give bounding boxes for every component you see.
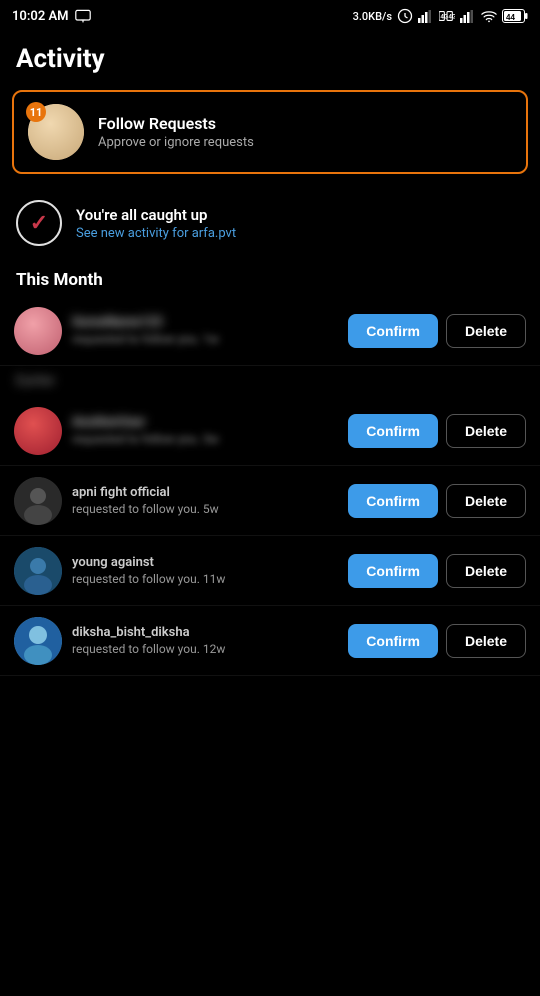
wifi-icon bbox=[481, 8, 497, 24]
confirm-button[interactable]: Confirm bbox=[348, 314, 438, 348]
username-blurred: SomeName123 bbox=[72, 315, 232, 330]
activity-actions: Confirm Delete bbox=[348, 414, 526, 448]
activity-actions: Confirm Delete bbox=[348, 554, 526, 588]
delete-button[interactable]: Delete bbox=[446, 484, 526, 518]
clock-icon bbox=[397, 8, 413, 24]
activity-info: diksha_bisht_diksha requested to follow … bbox=[72, 625, 338, 656]
svg-text:44: 44 bbox=[506, 13, 515, 22]
battery-icon: 44 bbox=[502, 9, 528, 23]
sub-blurred: requested to follow you. 3w bbox=[72, 432, 232, 446]
list-item: AnotherUser requested to follow you. 3w … bbox=[0, 396, 540, 466]
activity-info: SomeName123 requested to follow you. 1w bbox=[72, 315, 338, 346]
avatar-icon bbox=[14, 617, 62, 665]
signal-icon-2 bbox=[460, 8, 476, 24]
banner-subtitle: Approve or ignore requests bbox=[98, 135, 254, 150]
follow-requests-badge: 11 bbox=[26, 102, 46, 122]
screen-icon bbox=[75, 8, 91, 24]
banner-text: Follow Requests Approve or ignore reques… bbox=[98, 114, 254, 150]
time: 10:02 AM bbox=[12, 9, 69, 24]
confirm-button[interactable]: Confirm bbox=[348, 554, 438, 588]
activity-info: young against requested to follow you. 1… bbox=[72, 555, 338, 586]
spacer-label: Earlier bbox=[16, 373, 55, 389]
confirm-button[interactable]: Confirm bbox=[348, 414, 438, 448]
activity-info: AnotherUser requested to follow you. 3w bbox=[72, 415, 338, 446]
caught-up-section: ✓ You're all caught up See new activity … bbox=[0, 186, 540, 260]
checkmark: ✓ bbox=[30, 211, 48, 236]
activity-list: SomeName123 requested to follow you. 1w … bbox=[0, 296, 540, 676]
confirm-button[interactable]: Confirm bbox=[348, 624, 438, 658]
caught-up-link[interactable]: See new activity for arfa.pvt bbox=[76, 226, 236, 241]
avatar bbox=[14, 477, 62, 525]
avatar bbox=[14, 617, 62, 665]
avatar-icon bbox=[14, 547, 62, 595]
username: diksha_bisht_diksha bbox=[72, 625, 338, 640]
status-right: 3.0KB/s 4G 4G bbox=[353, 8, 528, 24]
activity-sub: requested to follow you. 11w bbox=[72, 572, 338, 586]
delete-button[interactable]: Delete bbox=[446, 554, 526, 588]
list-item: SomeName123 requested to follow you. 1w … bbox=[0, 296, 540, 366]
username: apni fight official bbox=[72, 485, 338, 500]
avatar bbox=[14, 547, 62, 595]
activity-actions: Confirm Delete bbox=[348, 314, 526, 348]
network-speed: 3.0KB/s bbox=[353, 10, 392, 23]
caught-up-title: You're all caught up bbox=[76, 206, 236, 224]
caught-up-text: You're all caught up See new activity fo… bbox=[76, 206, 236, 241]
avatar bbox=[14, 307, 62, 355]
banner-avatar-wrap: 11 bbox=[28, 104, 84, 160]
list-item: young against requested to follow you. 1… bbox=[0, 536, 540, 606]
username: young against bbox=[72, 555, 338, 570]
svg-text:4G: 4G bbox=[448, 13, 455, 21]
activity-sub: requested to follow you. 5w bbox=[72, 502, 338, 516]
activity-actions: Confirm Delete bbox=[348, 484, 526, 518]
page-title: Activity bbox=[16, 44, 105, 74]
username-blurred: AnotherUser bbox=[72, 415, 232, 430]
signal-icon-1 bbox=[418, 8, 434, 24]
list-item: diksha_bisht_diksha requested to follow … bbox=[0, 606, 540, 676]
spacer-row: Earlier bbox=[0, 366, 540, 396]
confirm-button[interactable]: Confirm bbox=[348, 484, 438, 518]
sub-blurred: requested to follow you. 1w bbox=[72, 332, 232, 346]
this-month-label: This Month bbox=[0, 260, 540, 296]
check-circle-icon: ✓ bbox=[16, 200, 62, 246]
activity-actions: Confirm Delete bbox=[348, 624, 526, 658]
activity-info: apni fight official requested to follow … bbox=[72, 485, 338, 516]
sim-icon: 4G 4G bbox=[439, 8, 455, 24]
delete-button[interactable]: Delete bbox=[446, 414, 526, 448]
follow-requests-banner[interactable]: 11 Follow Requests Approve or ignore req… bbox=[12, 90, 528, 174]
avatar bbox=[14, 407, 62, 455]
delete-button[interactable]: Delete bbox=[446, 314, 526, 348]
banner-title: Follow Requests bbox=[98, 114, 254, 133]
activity-sub: requested to follow you. 12w bbox=[72, 642, 338, 656]
list-item: apni fight official requested to follow … bbox=[0, 466, 540, 536]
delete-button[interactable]: Delete bbox=[446, 624, 526, 658]
page-header: Activity bbox=[0, 32, 540, 84]
status-bar: 10:02 AM 3.0KB/s 4G 4G bbox=[0, 0, 540, 32]
status-left: 10:02 AM bbox=[12, 8, 91, 24]
avatar-icon bbox=[14, 477, 62, 525]
